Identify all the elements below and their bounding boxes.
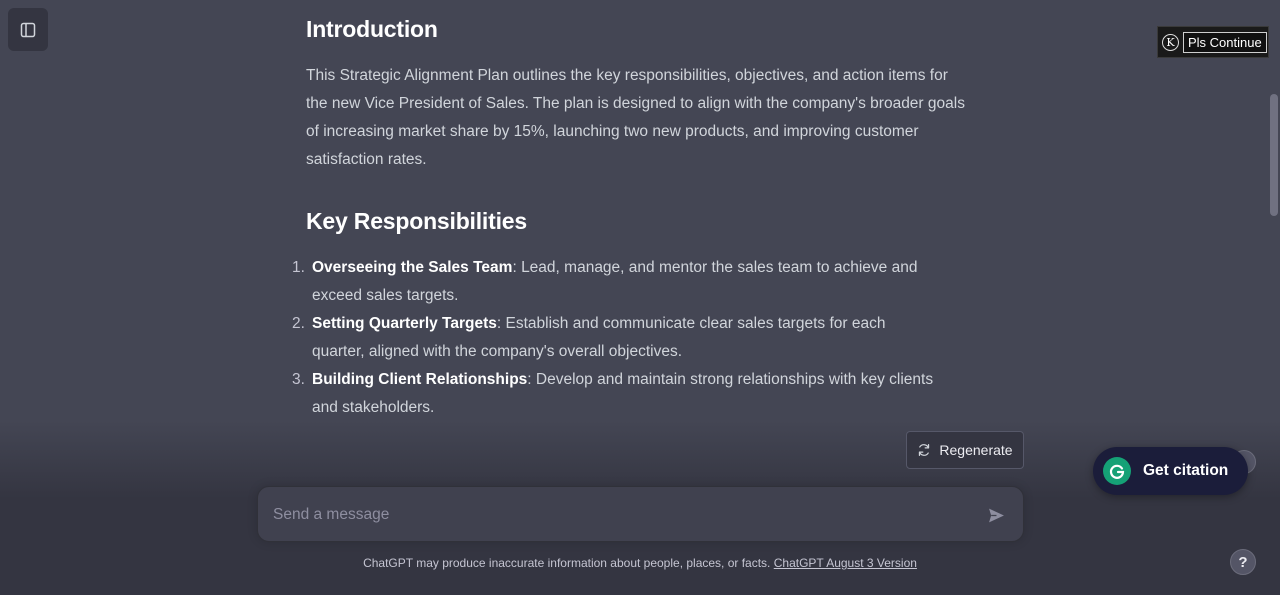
- help-button[interactable]: ?: [1230, 549, 1256, 575]
- list-item-title: Overseeing the Sales Team: [312, 259, 513, 276]
- list-item: 1. Overseeing the Sales Team: Lead, mana…: [292, 254, 942, 310]
- list-number: 3.: [292, 371, 305, 388]
- pls-continue-button[interactable]: Pls Continue: [1183, 31, 1267, 53]
- list-item: 2. Setting Quarterly Targets: Establish …: [292, 310, 942, 366]
- refresh-icon: [919, 443, 930, 457]
- extension-logo-icon: K: [1162, 33, 1179, 51]
- footer-disclaimer: ChatGPT may produce inaccurate informati…: [0, 556, 1280, 570]
- extension-widget: K Pls Continue: [1157, 26, 1269, 58]
- intro-heading: Introduction: [306, 16, 438, 42]
- scrollbar[interactable]: [1270, 94, 1278, 216]
- get-citation-button[interactable]: Get citation: [1093, 447, 1248, 495]
- get-citation-label: Get citation: [1143, 462, 1229, 479]
- send-icon: [988, 508, 1004, 522]
- grammarly-g-icon: [1103, 457, 1131, 485]
- list-item-title: Building Client Relationships: [312, 371, 528, 388]
- list-number: 2.: [292, 315, 305, 332]
- sidebar-toggle-button[interactable]: [8, 8, 48, 51]
- list-number: 1.: [292, 259, 305, 276]
- message-composer: [257, 486, 1024, 542]
- responsibilities-list: 1. Overseeing the Sales Team: Lead, mana…: [292, 254, 942, 422]
- version-link[interactable]: ChatGPT August 3 Version: [774, 556, 917, 570]
- responsibilities-heading: Key Responsibilities: [306, 208, 527, 234]
- send-button[interactable]: [985, 504, 1007, 526]
- list-item: 3. Building Client Relationships: Develo…: [292, 366, 942, 422]
- disclaimer-text: ChatGPT may produce inaccurate informati…: [363, 556, 774, 570]
- regenerate-label: Regenerate: [939, 442, 1013, 458]
- regenerate-button[interactable]: Regenerate: [906, 431, 1024, 469]
- sidebar-toggle-icon: [20, 22, 36, 37]
- intro-paragraph: This Strategic Alignment Plan outlines t…: [306, 67, 965, 168]
- list-item-title: Setting Quarterly Targets: [312, 315, 497, 332]
- message-input[interactable]: [273, 503, 973, 527]
